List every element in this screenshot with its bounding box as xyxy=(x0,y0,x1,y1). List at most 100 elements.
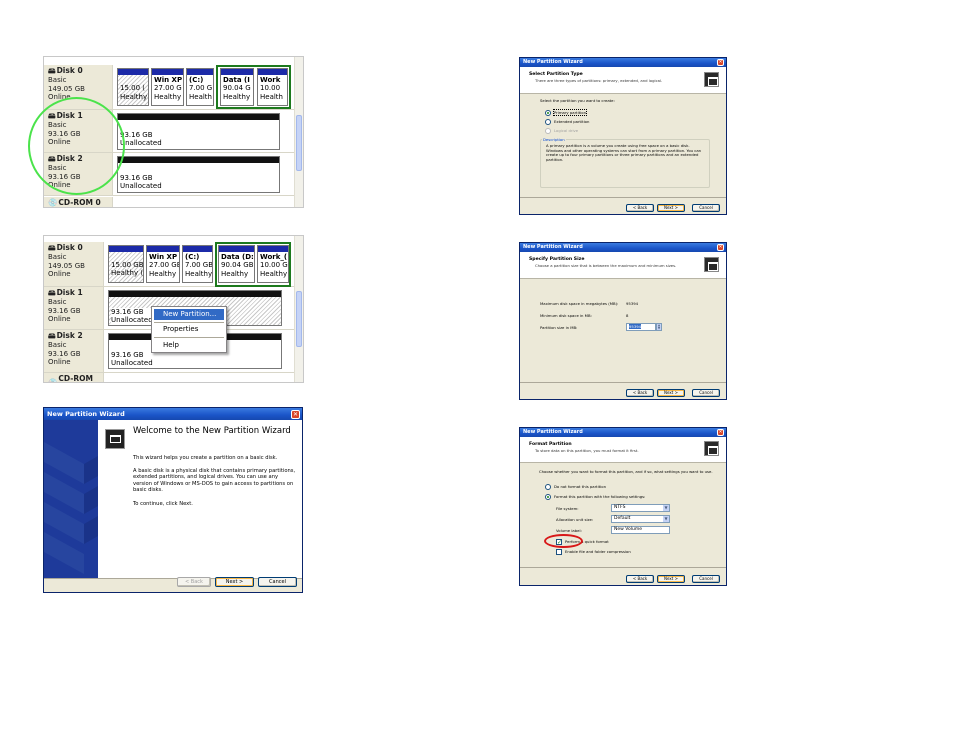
wizard-header: Specify Partition Size Choose a partitio… xyxy=(520,252,726,279)
cdrom-row[interactable]: 💿CD-ROM 0 xyxy=(44,197,113,207)
close-button[interactable]: ✕ xyxy=(717,59,724,66)
partition-size-label: Partition size in MB: xyxy=(540,325,578,330)
cancel-button[interactable]: Cancel xyxy=(692,575,720,583)
partition-prompt: Select the partition you want to create: xyxy=(540,98,615,103)
online-disks-circle xyxy=(28,97,125,195)
close-button[interactable]: ✕ xyxy=(717,244,724,251)
close-button[interactable]: ✕ xyxy=(717,429,724,436)
title-bar: New Partition Wizard xyxy=(520,428,726,437)
partition[interactable]: 15.00 GB Healthy ( xyxy=(108,245,144,283)
compression-label: Enable file and folder compression xyxy=(565,549,631,554)
partition-size-spinner[interactable]: ▲ ▼ xyxy=(656,323,662,331)
quick-format-circle xyxy=(544,534,583,548)
min-size-label: Minimum disk space in MB: xyxy=(540,313,592,318)
volume-label-label: Volume label: xyxy=(556,528,582,533)
header-subtitle: Choose a partition size that is between … xyxy=(535,263,677,268)
cancel-button[interactable]: Cancel xyxy=(692,389,720,397)
back-button[interactable]: < Back xyxy=(626,204,654,212)
file-system-label: File system: xyxy=(556,506,579,511)
extended-partition-radio[interactable] xyxy=(545,119,551,125)
unallocated-space[interactable]: 93.16 GB Unallocated xyxy=(117,156,280,193)
format-radio[interactable] xyxy=(545,494,551,500)
footer-divider xyxy=(520,567,726,568)
do-not-format-label: Do not format this partition xyxy=(554,484,607,489)
disk-info: 🖴 Disk 1 Basic 93.16 GB Online xyxy=(44,287,104,329)
partition[interactable]: 15.00 (Healthy xyxy=(117,68,149,106)
disk-icon: 🖴 xyxy=(48,243,56,252)
header-title: Select Partition Type xyxy=(529,72,583,77)
allocation-unit-label: Allocation unit size: xyxy=(556,517,594,522)
partition[interactable]: Win XP 27.00 G Healthy xyxy=(151,68,184,106)
wizard-header: Select Partition Type There are three ty… xyxy=(520,67,726,94)
wizard-icon xyxy=(704,441,719,456)
disk-icon: 🖴 xyxy=(48,331,56,340)
next-button[interactable]: Next > xyxy=(657,389,685,397)
file-system-select[interactable]: NTFS ▼ xyxy=(611,504,670,512)
next-button[interactable]: Next > xyxy=(215,577,254,587)
partition-size-window: New Partition Wizard ✕ Specify Partition… xyxy=(519,242,727,400)
menu-item-properties[interactable]: Properties xyxy=(154,324,224,335)
menu-item-new-partition[interactable]: New Partition... xyxy=(154,309,224,320)
back-button[interactable]: < Back xyxy=(626,389,654,397)
chevron-down-icon: ▼ xyxy=(663,505,669,511)
cdrom-row[interactable]: 💿CD-ROM 0 xyxy=(44,373,104,383)
welcome-intro: This wizard helps you create a partition… xyxy=(133,455,278,461)
partition[interactable]: (C:) 7.00 G Health xyxy=(186,68,214,106)
disk-icon: 🖴 xyxy=(48,288,56,297)
header-title: Format Partition xyxy=(529,442,572,447)
footer-divider xyxy=(520,382,726,383)
partition-type-window: New Partition Wizard ✕ Select Partition … xyxy=(519,57,727,215)
back-button[interactable]: < Back xyxy=(177,577,211,587)
allocation-unit-select[interactable]: Default ▼ xyxy=(611,515,670,523)
footer-divider xyxy=(520,197,726,198)
compression-checkbox[interactable] xyxy=(556,549,562,555)
cdrom-icon: 💿 xyxy=(48,378,58,383)
primary-partition-radio[interactable] xyxy=(545,110,551,116)
next-button[interactable]: Next > xyxy=(657,204,685,212)
welcome-continue: To continue, click Next. xyxy=(133,501,193,507)
menu-separator xyxy=(154,322,224,323)
back-button[interactable]: < Back xyxy=(626,575,654,583)
title-bar: New Partition Wizard xyxy=(44,408,302,420)
extended-partition-label: Extended partition xyxy=(554,119,590,124)
unallocated-space[interactable]: 93.16 GB Unallocated xyxy=(117,113,280,150)
disk-row[interactable]: 🖴 Disk 0 Basic 149.05 GB Online 15.00 GB H… xyxy=(44,242,296,287)
stacked-disks-graphic xyxy=(44,442,98,574)
title-bar: New Partition Wizard xyxy=(520,58,726,67)
volume-label-input[interactable]: New Volume xyxy=(611,526,670,534)
header-subtitle: There are three types of partitions: pri… xyxy=(535,78,663,83)
vertical-scrollbar[interactable] xyxy=(294,57,303,207)
vertical-scrollbar[interactable] xyxy=(294,236,303,382)
cancel-button[interactable]: Cancel xyxy=(692,204,720,212)
disk-info: 🖴 Disk 2 Basic 93.16 GB Online xyxy=(44,330,104,372)
selected-partitions-highlight xyxy=(216,65,291,109)
wizard-icon xyxy=(704,72,719,87)
disk-info: 🖴 Disk 0 Basic 149.05 GB Online xyxy=(44,242,104,286)
cancel-button[interactable]: Cancel xyxy=(258,577,297,587)
description-text: A primary partition is a volume you crea… xyxy=(546,143,702,163)
wizard-icon xyxy=(105,429,125,449)
disk-icon: 🖴 xyxy=(48,66,56,75)
header-title: Specify Partition Size xyxy=(529,257,585,262)
wizard-side-graphic xyxy=(44,420,98,580)
description-label: Description xyxy=(542,137,566,142)
wizard-header: Format Partition To store data on this p… xyxy=(520,437,726,463)
logical-drive-radio[interactable] xyxy=(545,128,551,134)
close-button[interactable]: ✕ xyxy=(291,410,300,419)
partition[interactable]: (C:) 7.00 GB Healthy xyxy=(182,245,213,283)
partition[interactable]: Win XP P27.00 GBHealthy (I xyxy=(146,245,180,283)
welcome-wizard-window: New Partition Wizard ✕ Welcome to the Ne… xyxy=(43,407,303,593)
cdrom-icon: 💿 xyxy=(48,198,58,207)
format-label: Format this partition with the following… xyxy=(554,494,646,499)
menu-item-help[interactable]: Help xyxy=(154,340,224,351)
do-not-format-radio[interactable] xyxy=(545,484,551,490)
chevron-down-icon: ▼ xyxy=(663,516,669,522)
partition-size-input[interactable]: 95394 xyxy=(626,323,656,331)
primary-partition-label: Primary partition xyxy=(553,109,587,116)
format-prompt: Choose whether you want to format this p… xyxy=(539,469,713,474)
format-partition-window: New Partition Wizard ✕ Format Partition … xyxy=(519,427,727,586)
min-size-value: 8 xyxy=(626,313,629,318)
menu-separator xyxy=(154,337,224,338)
next-button[interactable]: Next > xyxy=(657,575,685,583)
selected-partitions-highlight xyxy=(215,242,291,287)
